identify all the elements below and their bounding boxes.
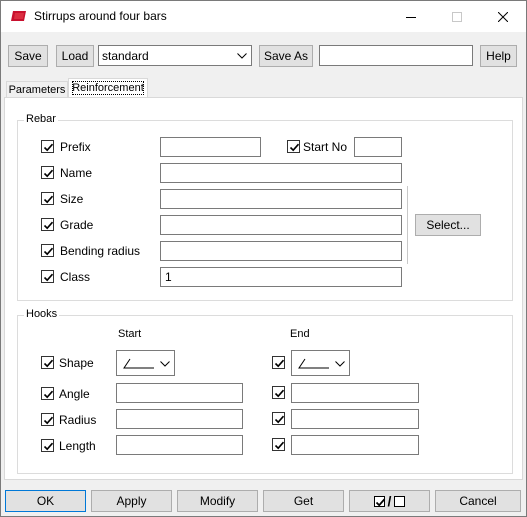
end-length-field[interactable]: [291, 435, 419, 455]
end-shape-select[interactable]: [291, 350, 350, 376]
select-button[interactable]: Select...: [415, 214, 481, 236]
checkmark-icon: [43, 273, 54, 282]
tekla-red-flag-icon: [11, 10, 27, 23]
prefix-field[interactable]: [160, 137, 261, 157]
unchecked-box-icon: [394, 495, 406, 507]
size-label: Size: [60, 192, 84, 206]
end-length-checkbox[interactable]: [272, 438, 285, 451]
start-shape-select[interactable]: [116, 350, 175, 376]
rebar-group-title: Rebar: [24, 113, 58, 125]
tab-reinforcement-label: Reinforcement: [72, 82, 144, 94]
checkmark-icon: [43, 442, 54, 451]
hook-shape-icon: [298, 358, 329, 369]
close-button[interactable]: [480, 1, 526, 32]
checkmark-icon: [274, 415, 285, 424]
radius-label: Radius: [59, 413, 97, 427]
prefix-label: Prefix: [60, 140, 91, 154]
minimize-button[interactable]: [388, 1, 434, 32]
save-as-button[interactable]: Save As: [259, 45, 313, 67]
tab-parameters[interactable]: Parameters: [6, 81, 68, 97]
checkmark-icon: [43, 359, 54, 368]
grade-checkbox[interactable]: [41, 218, 54, 231]
ok-button[interactable]: OK: [5, 490, 86, 512]
class-label: Class: [60, 270, 91, 284]
hook-shape-icon: [123, 358, 154, 369]
checkmark-icon: [274, 441, 285, 450]
angle-label: Angle: [59, 387, 90, 401]
checkmark-icon: [289, 143, 300, 152]
checkmark-icon: [43, 195, 54, 204]
size-field[interactable]: [160, 189, 402, 209]
bending-radius-field[interactable]: [160, 241, 402, 261]
checked-box-icon: [373, 495, 385, 507]
radius-checkbox[interactable]: [41, 413, 54, 426]
shape-label: Shape: [59, 356, 94, 370]
bending-radius-label: Bending radius: [60, 244, 141, 258]
close-icon: [498, 11, 508, 22]
cancel-button[interactable]: Cancel: [435, 490, 521, 512]
checkmark-icon: [43, 143, 54, 152]
preset-value: standard: [102, 48, 149, 63]
shape-checkbox[interactable]: [41, 356, 54, 369]
checkmark-icon: [43, 221, 54, 230]
end-radius-checkbox[interactable]: [272, 412, 285, 425]
toggle-separator: /: [387, 493, 392, 509]
toggle-all-button[interactable]: /: [349, 490, 430, 512]
get-button[interactable]: Get: [263, 490, 344, 512]
prefix-checkbox[interactable]: [41, 140, 54, 153]
modify-button[interactable]: Modify: [177, 490, 258, 512]
class-checkbox[interactable]: [41, 270, 54, 283]
class-field[interactable]: 1: [160, 267, 402, 287]
chevron-down-icon: [237, 52, 247, 59]
save-button[interactable]: Save: [8, 45, 48, 67]
end-angle-field[interactable]: [291, 383, 419, 403]
checkmark-icon: [43, 247, 54, 256]
size-checkbox[interactable]: [41, 192, 54, 205]
start-no-field[interactable]: [354, 137, 402, 157]
length-checkbox[interactable]: [41, 439, 54, 452]
chevron-down-icon: [335, 361, 345, 367]
bending-radius-checkbox[interactable]: [41, 244, 54, 257]
help-button[interactable]: Help: [480, 45, 517, 67]
angle-checkbox[interactable]: [41, 387, 54, 400]
grade-label: Grade: [60, 218, 94, 232]
toggle-all-content: /: [373, 493, 406, 509]
start-no-checkbox[interactable]: [287, 140, 300, 153]
checkmark-icon: [43, 416, 54, 425]
checkmark-icon: [274, 389, 285, 398]
tab-reinforcement[interactable]: Reinforcement: [68, 78, 148, 97]
name-label: Name: [60, 166, 93, 180]
minimize-icon: [406, 16, 416, 18]
maximize-icon: [452, 11, 462, 22]
window-title: Stirrups around four bars: [34, 9, 167, 23]
start-no-label: Start No: [303, 140, 348, 154]
checkmark-icon: [274, 359, 285, 368]
load-button[interactable]: Load: [56, 45, 94, 67]
name-checkbox[interactable]: [41, 166, 54, 179]
hooks-group-title: Hooks: [24, 308, 60, 320]
end-radius-field[interactable]: [291, 409, 419, 429]
start-column-header: Start: [118, 328, 142, 340]
grade-field[interactable]: [160, 215, 402, 235]
end-column-header: End: [290, 328, 310, 340]
name-field[interactable]: [160, 163, 402, 183]
maximize-button[interactable]: [434, 1, 480, 32]
start-length-field[interactable]: [116, 435, 243, 455]
preset-select[interactable]: standard: [98, 45, 252, 66]
start-angle-field[interactable]: [116, 383, 243, 403]
chevron-down-icon: [160, 361, 170, 367]
checkmark-icon: [43, 169, 54, 178]
separator-line: [407, 186, 408, 264]
tab-parameters-label: Parameters: [8, 83, 66, 96]
title-bar[interactable]: Stirrups around four bars: [1, 1, 526, 32]
checkmark-icon: [43, 390, 54, 399]
apply-button[interactable]: Apply: [91, 490, 172, 512]
dialog-window: Stirrups around four bars Save Load stan…: [0, 0, 527, 517]
end-shape-checkbox[interactable]: [272, 356, 285, 369]
length-label: Length: [59, 439, 96, 453]
save-as-input[interactable]: [319, 45, 473, 66]
start-radius-field[interactable]: [116, 409, 243, 429]
end-angle-checkbox[interactable]: [272, 386, 285, 399]
